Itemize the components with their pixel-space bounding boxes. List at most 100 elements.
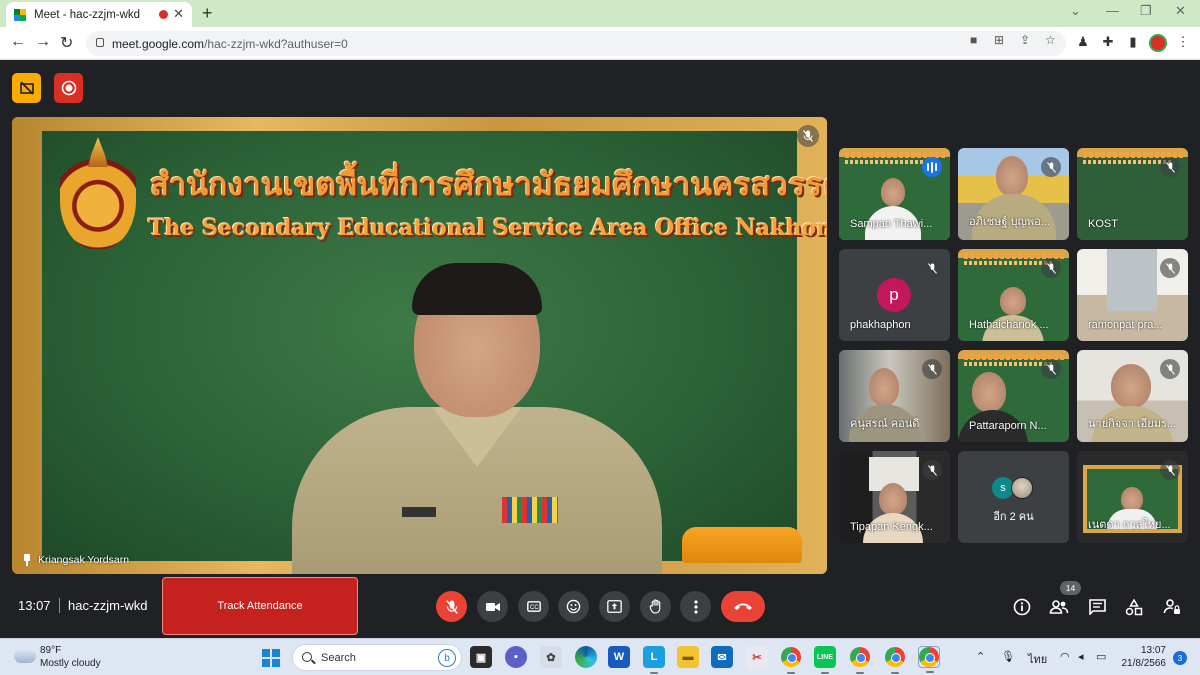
file-explorer-icon[interactable]: ▬ <box>677 646 699 668</box>
notification-badge[interactable]: 3 <box>1173 651 1187 665</box>
line-icon[interactable]: LINE <box>814 646 836 674</box>
clock-date: 21/8/2566 <box>1121 658 1167 669</box>
address-bar[interactable]: meet.google.com/hac-zzjm-wkd?authuser=0 <box>86 31 1066 56</box>
chrome-profile-icon[interactable] <box>884 646 906 674</box>
chrome-profile-icon[interactable] <box>849 646 871 674</box>
close-window-icon[interactable]: ✕ <box>1175 3 1186 19</box>
microphone-toggle-button[interactable] <box>436 591 467 622</box>
people-icon <box>1049 600 1069 614</box>
back-icon[interactable]: ← <box>10 33 26 51</box>
camera-icon <box>485 602 500 611</box>
windows-taskbar: 89°F Mostly cloudy Search b ▣ ▪ ✿ W L ▬ … <box>0 638 1200 675</box>
translate-icon[interactable]: ⊞ <box>994 33 1004 47</box>
input-language[interactable]: ไทย <box>1028 650 1047 668</box>
menu-dots-icon[interactable]: ⋮ <box>1174 34 1192 52</box>
pinned-video-tile[interactable]: สำนักงานเขตพื้นที่การศึกษามัธยมศึกษานครส… <box>12 117 827 574</box>
activities-button[interactable] <box>1123 596 1145 618</box>
more-options-button[interactable] <box>680 591 711 622</box>
participant-tile[interactable]: ramonpat pra... <box>1077 249 1188 341</box>
chalk-eraser <box>682 527 802 563</box>
more-participants-tile[interactable]: s อีก 2 คน <box>958 451 1069 543</box>
participant-tile[interactable]: อภิเชษฐ์ บุญพอ... <box>958 148 1069 240</box>
leave-call-button[interactable] <box>721 591 765 622</box>
more-vert-icon <box>693 599 698 614</box>
forward-icon[interactable]: → <box>35 33 51 51</box>
snipping-tool-icon[interactable]: ✂ <box>746 646 768 668</box>
share-icon[interactable]: ⇪ <box>1020 33 1030 47</box>
browser-tab[interactable]: Meet - hac-zzjm-wkd ✕ <box>6 2 192 27</box>
bing-icon[interactable]: b <box>438 649 456 667</box>
extension-icon[interactable]: ♟ <box>1074 34 1092 52</box>
divider <box>59 598 60 613</box>
participant-tile[interactable]: คนุสรณ์ คอนดี <box>839 350 950 442</box>
chat-button[interactable] <box>1086 596 1108 618</box>
participant-tile[interactable]: นายกิจจา เอียมร... <box>1077 350 1188 442</box>
participant-tile[interactable]: Tipapan Kengk... <box>839 451 950 543</box>
extensions-puzzle-icon[interactable]: ✚ <box>1099 34 1117 52</box>
track-attendance-button[interactable]: Track Attendance <box>162 577 358 635</box>
muted-mic-icon <box>1041 157 1061 177</box>
microphone-tray-icon[interactable]: 🎙 <box>1001 650 1015 663</box>
side-panel-icon[interactable]: ▮ <box>1124 34 1142 52</box>
host-controls-button[interactable] <box>1161 596 1183 618</box>
taskbar-search[interactable]: Search b <box>292 644 462 671</box>
teams-chat-icon[interactable]: ▪ <box>505 646 527 668</box>
reload-icon[interactable]: ↻ <box>60 33 73 53</box>
info-icon <box>1013 598 1031 616</box>
chrome-icon[interactable] <box>780 646 802 674</box>
restore-icon[interactable]: ❐ <box>1140 3 1152 19</box>
show-hidden-icons-icon[interactable]: ⌃ <box>976 650 985 663</box>
participant-name: เนตดา กวลใหย... <box>1088 519 1171 531</box>
meet-favicon-icon <box>14 8 26 21</box>
captions-button[interactable]: CC <box>518 591 549 622</box>
present-screen-button[interactable] <box>599 591 630 622</box>
minimize-icon[interactable]: — <box>1106 3 1119 18</box>
pinned-participant-label: Kriangsak Yordsarn <box>22 554 129 566</box>
more-participants-label: อีก 2 คน <box>993 511 1034 523</box>
start-windows-icon[interactable] <box>262 649 280 667</box>
participant-name: คนุสรณ์ คอนดี <box>850 418 920 430</box>
raise-hand-button[interactable] <box>640 591 671 622</box>
recording-icon[interactable] <box>54 73 83 103</box>
battery-icon[interactable]: ▭ <box>1096 650 1106 663</box>
new-tab-icon[interactable]: + <box>202 3 213 24</box>
lock-icon <box>96 38 104 47</box>
close-tab-icon[interactable]: ✕ <box>173 6 184 22</box>
profile-avatar[interactable] <box>1149 34 1167 52</box>
participant-name: Hathaichanok ... <box>969 319 1049 331</box>
volume-icon[interactable]: ◂ <box>1078 650 1084 663</box>
captions-off-indicator-icon[interactable] <box>12 73 41 103</box>
app-l-icon[interactable]: L <box>643 646 665 674</box>
camera-toggle-button[interactable] <box>477 591 508 622</box>
pinned-participant-name: Kriangsak Yordsarn <box>38 554 130 566</box>
chrome-active-icon[interactable] <box>918 646 940 673</box>
weather-temperature[interactable]: 89°F <box>40 645 61 656</box>
people-count-badge: 14 <box>1060 581 1081 595</box>
weather-condition[interactable]: Mostly cloudy <box>40 658 101 669</box>
participant-avatar: p <box>877 278 911 312</box>
app-icon[interactable]: ✿ <box>540 646 562 668</box>
task-view-icon[interactable]: ▣ <box>470 646 492 668</box>
word-icon[interactable]: W <box>608 646 630 668</box>
mail-icon[interactable]: ✉ <box>711 646 733 668</box>
participant-tile[interactable]: เนตดา กวลใหย... <box>1077 451 1188 543</box>
participant-tile[interactable]: Hathaichanok ... <box>958 249 1069 341</box>
system-clock[interactable]: 13:07 21/8/2566 <box>1120 644 1167 670</box>
participant-name: phakhaphon <box>850 319 911 331</box>
camera-in-use-icon[interactable]: ■ <box>970 33 977 47</box>
bookmark-star-icon[interactable]: ☆ <box>1045 33 1056 47</box>
participant-tile[interactable]: Pattaraporn N... <box>958 350 1069 442</box>
participant-name: นายกิจจา เอียมร... <box>1088 418 1177 430</box>
search-icon <box>302 652 312 662</box>
edge-icon[interactable] <box>575 646 597 668</box>
tab-search-icon[interactable]: ⌄ <box>1070 3 1081 19</box>
tab-title: Meet - hac-zzjm-wkd <box>34 8 141 21</box>
participant-tile[interactable]: p phakhaphon <box>839 249 950 341</box>
participant-tile[interactable]: Sampan Thawi... <box>839 148 950 240</box>
participant-tile[interactable]: KOST <box>1077 148 1188 240</box>
weather-cloud-icon[interactable] <box>11 645 36 663</box>
meeting-details-button[interactable] <box>1011 596 1033 618</box>
wifi-icon[interactable]: ◠ <box>1060 650 1070 663</box>
people-button[interactable] <box>1048 596 1070 618</box>
reactions-button[interactable] <box>558 591 589 622</box>
